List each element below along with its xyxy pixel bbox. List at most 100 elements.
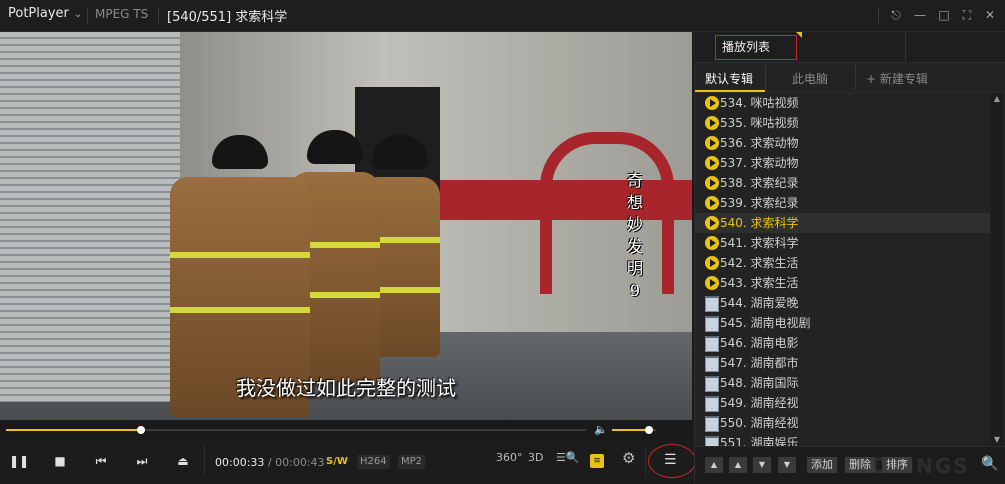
video-codec-badge[interactable]: H264 [357, 455, 390, 469]
caption-char: 想 [626, 193, 643, 212]
move-top-icon[interactable]: ▲ [705, 457, 723, 473]
document-icon [705, 296, 719, 312]
playlist-item[interactable]: 544. 湖南爱晚 [695, 293, 990, 313]
title-bar: PotPlayer ⌄ MPEG TS [540/551] 求索科学 ⎋ — □ … [0, 0, 1005, 32]
minimize-icon[interactable]: — [911, 6, 929, 24]
document-icon [705, 316, 719, 332]
close-icon[interactable]: ✕ [981, 6, 999, 24]
divider [87, 8, 88, 23]
playlist-item[interactable]: 547. 湖南都市 [695, 353, 990, 373]
next-icon[interactable]: ⏭ [131, 450, 153, 472]
stop-icon[interactable]: ■ [49, 450, 71, 472]
divider [855, 65, 856, 90]
playlist-item-label: 535. 咪咕视频 [720, 116, 799, 130]
divider [158, 8, 159, 23]
sort-button[interactable]: 排序 [882, 457, 912, 473]
playlist-item[interactable]: 537. 求索动物 [695, 153, 990, 173]
play-circle-icon [705, 196, 719, 210]
caption-char: 发 [626, 237, 643, 256]
playlist-item-label: 544. 湖南爱晚 [720, 296, 799, 310]
delete-button[interactable]: 删除 [845, 457, 875, 473]
tab-this-pc[interactable]: 此电脑 [792, 70, 828, 87]
playlist-scrollbar[interactable]: ▲ ▼ [991, 93, 1003, 446]
playlist-item[interactable]: 540. 求索科学 [695, 213, 990, 233]
play-circle-icon [705, 276, 719, 290]
playlist-item-label: 548. 湖南国际 [720, 376, 799, 390]
document-icon [705, 356, 719, 372]
playlist-item[interactable]: 534. 咪咕视频 [695, 93, 990, 113]
time-total: 00:00:43 [275, 456, 325, 469]
volume-handle[interactable] [645, 426, 654, 434]
3d-icon[interactable]: 3D [528, 451, 543, 464]
time-current: 00:00:33 [215, 456, 265, 469]
play-circle-icon [705, 116, 719, 130]
chapter-search-icon[interactable]: ☰🔍 [556, 451, 580, 464]
caption-char: 9 [629, 281, 641, 300]
vertical-caption: 奇 想 妙 发 明 9 [624, 170, 646, 302]
playlist-item-label: 543. 求索生活 [720, 276, 799, 290]
playlist-item[interactable]: 542. 求索生活 [695, 253, 990, 273]
pin-icon[interactable]: ⎋ [887, 6, 905, 24]
subtitle-text: 我没做过如此完整的测试 [236, 376, 456, 400]
tab-default-album[interactable]: 默认专辑 [705, 70, 753, 87]
playlist-item-label: 540. 求索科学 [720, 216, 799, 230]
playlist-item[interactable]: 546. 湖南电影 [695, 333, 990, 353]
playlist-item[interactable]: 545. 湖南电视剧 [695, 313, 990, 333]
playlist-item[interactable]: 549. 湖南经视 [695, 393, 990, 413]
volume-slider[interactable] [612, 426, 656, 434]
video-frame[interactable]: 奇 想 妙 发 明 9 我没做过如此完整的测试 [0, 32, 692, 420]
playlist-item[interactable]: 548. 湖南国际 [695, 373, 990, 393]
scroll-down-icon[interactable]: ▼ [991, 434, 1003, 446]
volume-icon[interactable]: 🔈 [594, 423, 608, 436]
new-album-button[interactable]: + 新建专辑 [866, 70, 928, 87]
app-menu-button[interactable]: PotPlayer ⌄ [8, 6, 82, 21]
app-name: PotPlayer [8, 6, 69, 21]
playlist-item[interactable]: 539. 求索纪录 [695, 193, 990, 213]
audio-codec-badge[interactable]: MP2 [398, 455, 426, 469]
playlist-item-label: 550. 湖南经视 [720, 416, 799, 430]
playlist-item[interactable]: 543. 求索生活 [695, 273, 990, 293]
playlist-item[interactable]: 536. 求索动物 [695, 133, 990, 153]
playlist-item[interactable]: 535. 咪咕视频 [695, 113, 990, 133]
play-circle-icon [705, 256, 719, 270]
playlist-item[interactable]: 550. 湖南经视 [695, 413, 990, 433]
play-circle-icon [705, 176, 719, 190]
search-icon[interactable]: 🔍 [981, 456, 998, 472]
seek-handle[interactable] [137, 426, 146, 434]
scroll-up-icon[interactable]: ▲ [991, 93, 1003, 105]
document-icon [705, 336, 719, 352]
seek-progress [6, 429, 142, 431]
settings-icon[interactable]: ⚙ [622, 449, 635, 467]
restore-icon[interactable]: ⛶ [958, 6, 976, 24]
vr-360-icon[interactable]: 360° [496, 451, 523, 464]
play-circle-icon [705, 96, 719, 110]
add-button[interactable]: 添加 [807, 457, 837, 473]
playlist-item-label: 545. 湖南电视剧 [720, 316, 811, 330]
playlist-item-label: 534. 咪咕视频 [720, 96, 799, 110]
playlist-item[interactable]: 541. 求索科学 [695, 233, 990, 253]
playlist-item-label: 551. 湖南娱乐 [720, 436, 799, 446]
play-circle-icon [705, 136, 719, 150]
move-bottom-icon[interactable]: ▼ [778, 457, 796, 473]
playlist-item-label: 546. 湖南电影 [720, 336, 799, 350]
eject-icon[interactable]: ⏏ [172, 450, 194, 472]
document-icon [705, 376, 719, 392]
caption-char: 妙 [626, 215, 643, 234]
move-up-icon[interactable]: ▲ [729, 457, 747, 473]
divider [878, 8, 879, 23]
play-circle-icon [705, 216, 719, 230]
maximize-icon[interactable]: □ [935, 6, 953, 24]
caption-char: 奇 [626, 171, 643, 190]
previous-icon[interactable]: ⏮ [90, 450, 112, 472]
tab-playlist[interactable]: 播放列表 [715, 35, 797, 60]
scene-shutter [0, 32, 180, 402]
subtitle-toggle-icon[interactable]: ≡ [590, 454, 604, 468]
divider [905, 32, 906, 62]
time-display: 00:00:33 / 00:00:43 [215, 456, 325, 469]
playlist-item[interactable]: 551. 湖南娱乐 [695, 433, 990, 446]
playlist-item[interactable]: 538. 求索纪录 [695, 173, 990, 193]
seek-slider[interactable] [6, 426, 586, 434]
sw-badge[interactable]: S/W [323, 455, 351, 469]
pause-icon[interactable]: ❚❚ [8, 450, 30, 472]
move-down-icon[interactable]: ▼ [753, 457, 771, 473]
